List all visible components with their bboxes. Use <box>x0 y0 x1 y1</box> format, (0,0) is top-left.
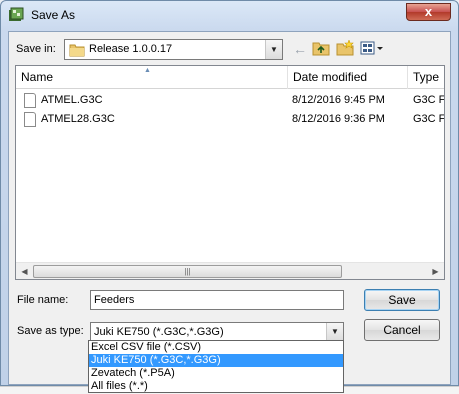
save-as-type-label: Save as type: <box>17 325 84 337</box>
file-row[interactable]: ATMEL.G3C 8/12/2016 9:45 PM G3C F <box>16 92 444 110</box>
save-in-dropdown[interactable]: Release 1.0.0.17 ▼ <box>64 39 283 60</box>
scroll-left-icon[interactable]: ◀ <box>16 263 33 279</box>
type-option-juki[interactable]: Juki KE750 (*.G3C,*.G3G) <box>89 354 343 367</box>
back-arrow-icon[interactable]: ← <box>290 40 310 58</box>
column-header-date-label: Date modified <box>293 70 368 84</box>
close-button[interactable]: x <box>406 3 451 21</box>
save-as-type-options[interactable]: Excel CSV file (*.CSV) Juki KE750 (*.G3C… <box>88 340 344 393</box>
close-icon: x <box>424 4 433 19</box>
file-name: ATMEL.G3C <box>41 94 103 106</box>
scroll-right-icon[interactable]: ▶ <box>427 263 444 279</box>
type-option-zevatech[interactable]: Zevatech (*.P5A) <box>89 367 343 380</box>
file-date: 8/12/2016 9:36 PM <box>292 113 385 125</box>
type-option-csv[interactable]: Excel CSV file (*.CSV) <box>89 341 343 354</box>
window-title: Save As <box>31 8 76 22</box>
file-row[interactable]: ATMEL28.G3C 8/12/2016 9:36 PM G3C F <box>16 111 444 129</box>
file-list[interactable]: Name ▲ Date modified Type ATMEL.G3C 8/12… <box>15 65 445 280</box>
save-button[interactable]: Save <box>364 289 440 311</box>
column-header-name[interactable]: Name <box>16 66 288 89</box>
column-header-type[interactable]: Type <box>408 66 444 89</box>
file-icon <box>24 93 36 108</box>
type-option-all-files[interactable]: All files (*.*) <box>89 380 343 393</box>
chevron-down-icon[interactable]: ▼ <box>326 323 343 341</box>
folder-icon <box>69 44 85 57</box>
file-type: G3C F <box>413 94 445 106</box>
save-as-dialog: Save As x Save in: Release 1.0.0.17 ▼ ← <box>0 0 459 386</box>
column-header-row: Name ▲ Date modified Type <box>16 66 444 89</box>
save-in-value: Release 1.0.0.17 <box>89 43 173 55</box>
sort-ascending-icon: ▲ <box>144 67 151 74</box>
app-icon <box>9 7 24 21</box>
column-header-type-label: Type <box>413 70 440 84</box>
file-name-field[interactable]: Feeders <box>90 290 344 310</box>
save-in-label: Save in: <box>16 43 56 55</box>
file-type: G3C F <box>413 113 445 125</box>
dialog-body: Save in: Release 1.0.0.17 ▼ ← Name ▲ Dat… <box>8 31 451 385</box>
file-name: ATMEL28.G3C <box>41 113 115 125</box>
save-as-type-dropdown[interactable]: Juki KE750 (*.G3C,*.G3G) ▼ <box>90 322 344 342</box>
save-as-type-value: Juki KE750 (*.G3C,*.G3G) <box>94 326 224 338</box>
column-header-date-modified[interactable]: Date modified <box>288 66 408 89</box>
file-icon <box>24 112 36 127</box>
up-folder-icon[interactable] <box>311 40 331 58</box>
scrollbar-thumb[interactable]: ||| <box>33 265 342 278</box>
column-header-name-label: Name <box>21 70 54 84</box>
new-folder-icon[interactable] <box>335 39 355 58</box>
file-date: 8/12/2016 9:45 PM <box>292 94 385 106</box>
horizontal-scrollbar[interactable]: ◀ ||| ▶ <box>16 262 444 279</box>
cancel-button[interactable]: Cancel <box>364 319 440 341</box>
file-name-label: File name: <box>17 294 69 306</box>
views-menu-icon[interactable] <box>359 40 387 58</box>
title-bar[interactable]: Save As x <box>1 1 458 29</box>
chevron-down-icon[interactable]: ▼ <box>265 40 282 59</box>
